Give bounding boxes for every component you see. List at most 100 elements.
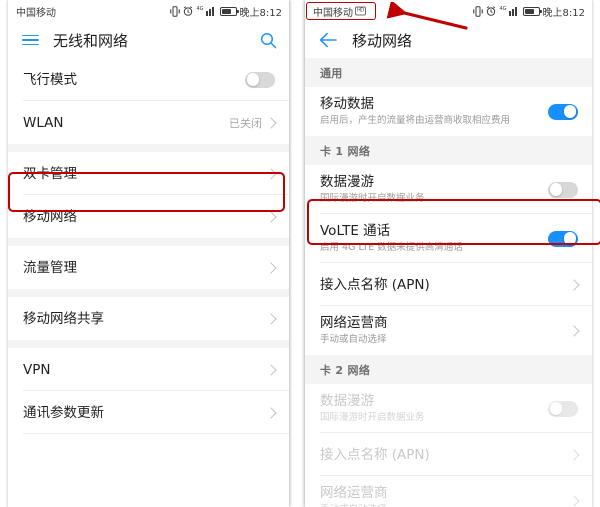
- page-title: 移动网络: [352, 31, 413, 50]
- chevron-right-icon: [568, 324, 580, 337]
- left-settings-list[interactable]: 飞行模式 WLAN 已关闭 双卡管理 移动网络 流量管理 移动网络共享 VPN …: [8, 58, 289, 507]
- chevron-right-icon: [265, 312, 277, 325]
- list-item-sim1-apn[interactable]: 接入点名称 (APN): [305, 263, 592, 306]
- right-clock: 晚上8:12: [542, 7, 585, 19]
- list-item-comm-params-update[interactable]: 通讯参数更新: [8, 391, 289, 434]
- volte-hd-badge-icon: HD: [355, 6, 366, 15]
- right-phone-panel: 中国移动 HD 4G 晚上8:12 移动网络 通用 移动数据 启用后，产生的流量…: [305, 0, 592, 507]
- wlan-status-value: 已关闭: [229, 116, 262, 130]
- list-item-wlan[interactable]: WLAN 已关闭: [8, 101, 289, 144]
- section-sim2: 数据漫游 国际漫游时开启数据业务 接入点名称 (APN) 网络运营商 手动或自动…: [305, 384, 592, 507]
- group-separator: [8, 144, 289, 152]
- chevron-right-icon: [265, 261, 277, 274]
- airplane-mode-toggle[interactable]: [245, 71, 275, 88]
- left-carrier: 中国移动: [16, 4, 56, 19]
- vibrate-icon: [473, 5, 484, 17]
- list-item-label: 飞行模式: [23, 71, 77, 88]
- chevron-right-icon: [265, 363, 277, 376]
- section-header-sim2: 卡 2 网络: [305, 355, 592, 384]
- section-sim1: 数据漫游 国际漫游时开启数据业务 VoLTE 通话 启用 4G LTE 数据来提…: [305, 165, 592, 355]
- list-item-sim1-operator[interactable]: 网络运营商 手动或自动选择: [305, 306, 592, 355]
- list-item-dual-sim[interactable]: 双卡管理: [8, 152, 289, 195]
- chevron-right-icon: [265, 116, 277, 129]
- right-status-icons: 4G 晚上8:12: [473, 4, 585, 19]
- list-item-label: 流量管理: [23, 259, 77, 276]
- list-item-airplane-mode[interactable]: 飞行模式: [8, 58, 289, 101]
- sim2-data-roaming-toggle: [548, 400, 578, 417]
- network-type-label: 4G: [499, 5, 507, 12]
- left-status-bar: 中国移动 4G 晚上8:12: [8, 0, 289, 22]
- list-item-label: 网络运营商: [320, 485, 388, 501]
- list-item-subtitle: 手动或自动选择: [320, 503, 388, 507]
- alarm-icon: [184, 6, 193, 16]
- list-item-label: 网络运营商: [320, 315, 388, 331]
- screenshot-stage: 中国移动 4G 晚上8:12 无线和网络 飞行模式 WLAN 已关闭 双卡管理 …: [0, 0, 600, 507]
- section-header-general: 通用: [305, 58, 592, 87]
- list-item-label: 移动网络共享: [23, 310, 104, 327]
- list-item-label: 接入点名称 (APN): [320, 446, 430, 463]
- chevron-right-icon: [568, 448, 580, 461]
- list-item-sim2-operator: 网络运营商 手动或自动选择: [305, 476, 592, 507]
- settings-group-4: 移动网络共享: [8, 297, 289, 340]
- alarm-icon: [487, 6, 496, 16]
- list-item-subtitle: 国际漫游时开启数据业务: [320, 193, 425, 204]
- list-item-label: 数据漫游: [320, 393, 374, 409]
- section-header-sim1: 卡 1 网络: [305, 136, 592, 165]
- mobile-network-settings-list[interactable]: 通用 移动数据 启用后，产生的流量将由运营商收取相应费用 卡 1 网络 数据漫游…: [305, 58, 592, 507]
- chevron-right-icon: [265, 406, 277, 419]
- volte-toggle[interactable]: [548, 230, 578, 247]
- chevron-right-icon: [568, 278, 580, 291]
- chevron-right-icon: [568, 494, 580, 507]
- list-item-sim2-apn: 接入点名称 (APN): [305, 433, 592, 476]
- list-item-subtitle: 国际漫游时开启数据业务: [320, 412, 425, 423]
- battery-icon: [219, 6, 239, 16]
- right-app-bar: 移动网络: [305, 22, 592, 58]
- right-carrier: 中国移动 HD: [313, 4, 366, 19]
- left-phone-panel: 中国移动 4G 晚上8:12 无线和网络 飞行模式 WLAN 已关闭 双卡管理 …: [8, 0, 289, 507]
- left-carrier-label: 中国移动: [16, 7, 56, 19]
- list-item-vpn[interactable]: VPN: [8, 348, 289, 391]
- settings-group-3: 流量管理: [8, 246, 289, 289]
- list-item-label: 移动数据: [320, 96, 374, 112]
- page-title: 无线和网络: [53, 31, 129, 50]
- list-item-mobile-data[interactable]: 移动数据 启用后，产生的流量将由运营商收取相应费用: [305, 87, 592, 136]
- list-item-data-usage[interactable]: 流量管理: [8, 246, 289, 289]
- list-item-tethering[interactable]: 移动网络共享: [8, 297, 289, 340]
- list-item-label: 数据漫游: [320, 174, 374, 190]
- vibrate-icon: [170, 5, 181, 17]
- section-general: 移动数据 启用后，产生的流量将由运营商收取相应费用: [305, 87, 592, 136]
- list-item-mobile-network[interactable]: 移动网络: [8, 195, 289, 238]
- list-item-subtitle: 启用 4G LTE 数据来提供高清通话: [320, 242, 463, 253]
- left-status-icons: 4G 晚上8:12: [170, 4, 282, 19]
- search-icon[interactable]: [260, 32, 277, 49]
- left-list-empty-space: [8, 434, 289, 507]
- settings-group-2: 双卡管理 移动网络: [8, 152, 289, 238]
- signal-icon: 4G: [196, 5, 216, 16]
- left-clock: 晚上8:12: [239, 7, 282, 19]
- sim1-data-roaming-toggle[interactable]: [548, 181, 578, 198]
- settings-group-5: VPN 通讯参数更新: [8, 348, 289, 434]
- list-item-label: VoLTE 通话: [320, 223, 391, 239]
- list-item-label: VPN: [23, 361, 51, 378]
- list-item-label: 双卡管理: [23, 165, 77, 182]
- group-separator: [8, 289, 289, 297]
- battery-icon: [522, 6, 542, 16]
- panel-gap: [289, 0, 305, 507]
- chevron-right-icon: [265, 210, 277, 223]
- list-item-label: WLAN: [23, 114, 64, 131]
- network-type-label: 4G: [196, 5, 204, 12]
- hamburger-icon[interactable]: [22, 34, 39, 46]
- group-separator: [8, 238, 289, 246]
- list-item-sim1-data-roaming[interactable]: 数据漫游 国际漫游时开启数据业务: [305, 165, 592, 214]
- group-separator: [8, 340, 289, 348]
- list-item-label: 通讯参数更新: [23, 404, 104, 421]
- list-item-sim2-data-roaming: 数据漫游 国际漫游时开启数据业务: [305, 384, 592, 433]
- list-item-subtitle: 手动或自动选择: [320, 334, 387, 345]
- back-arrow-icon[interactable]: [319, 32, 337, 48]
- list-item-volte-call[interactable]: VoLTE 通话 启用 4G LTE 数据来提供高清通话: [305, 214, 592, 263]
- list-item-label: 移动网络: [23, 208, 77, 225]
- right-status-bar: 中国移动 HD 4G 晚上8:12: [305, 0, 592, 22]
- list-item-label: 接入点名称 (APN): [320, 276, 430, 293]
- list-item-subtitle: 启用后，产生的流量将由运营商收取相应费用: [320, 115, 511, 126]
- mobile-data-toggle[interactable]: [548, 103, 578, 120]
